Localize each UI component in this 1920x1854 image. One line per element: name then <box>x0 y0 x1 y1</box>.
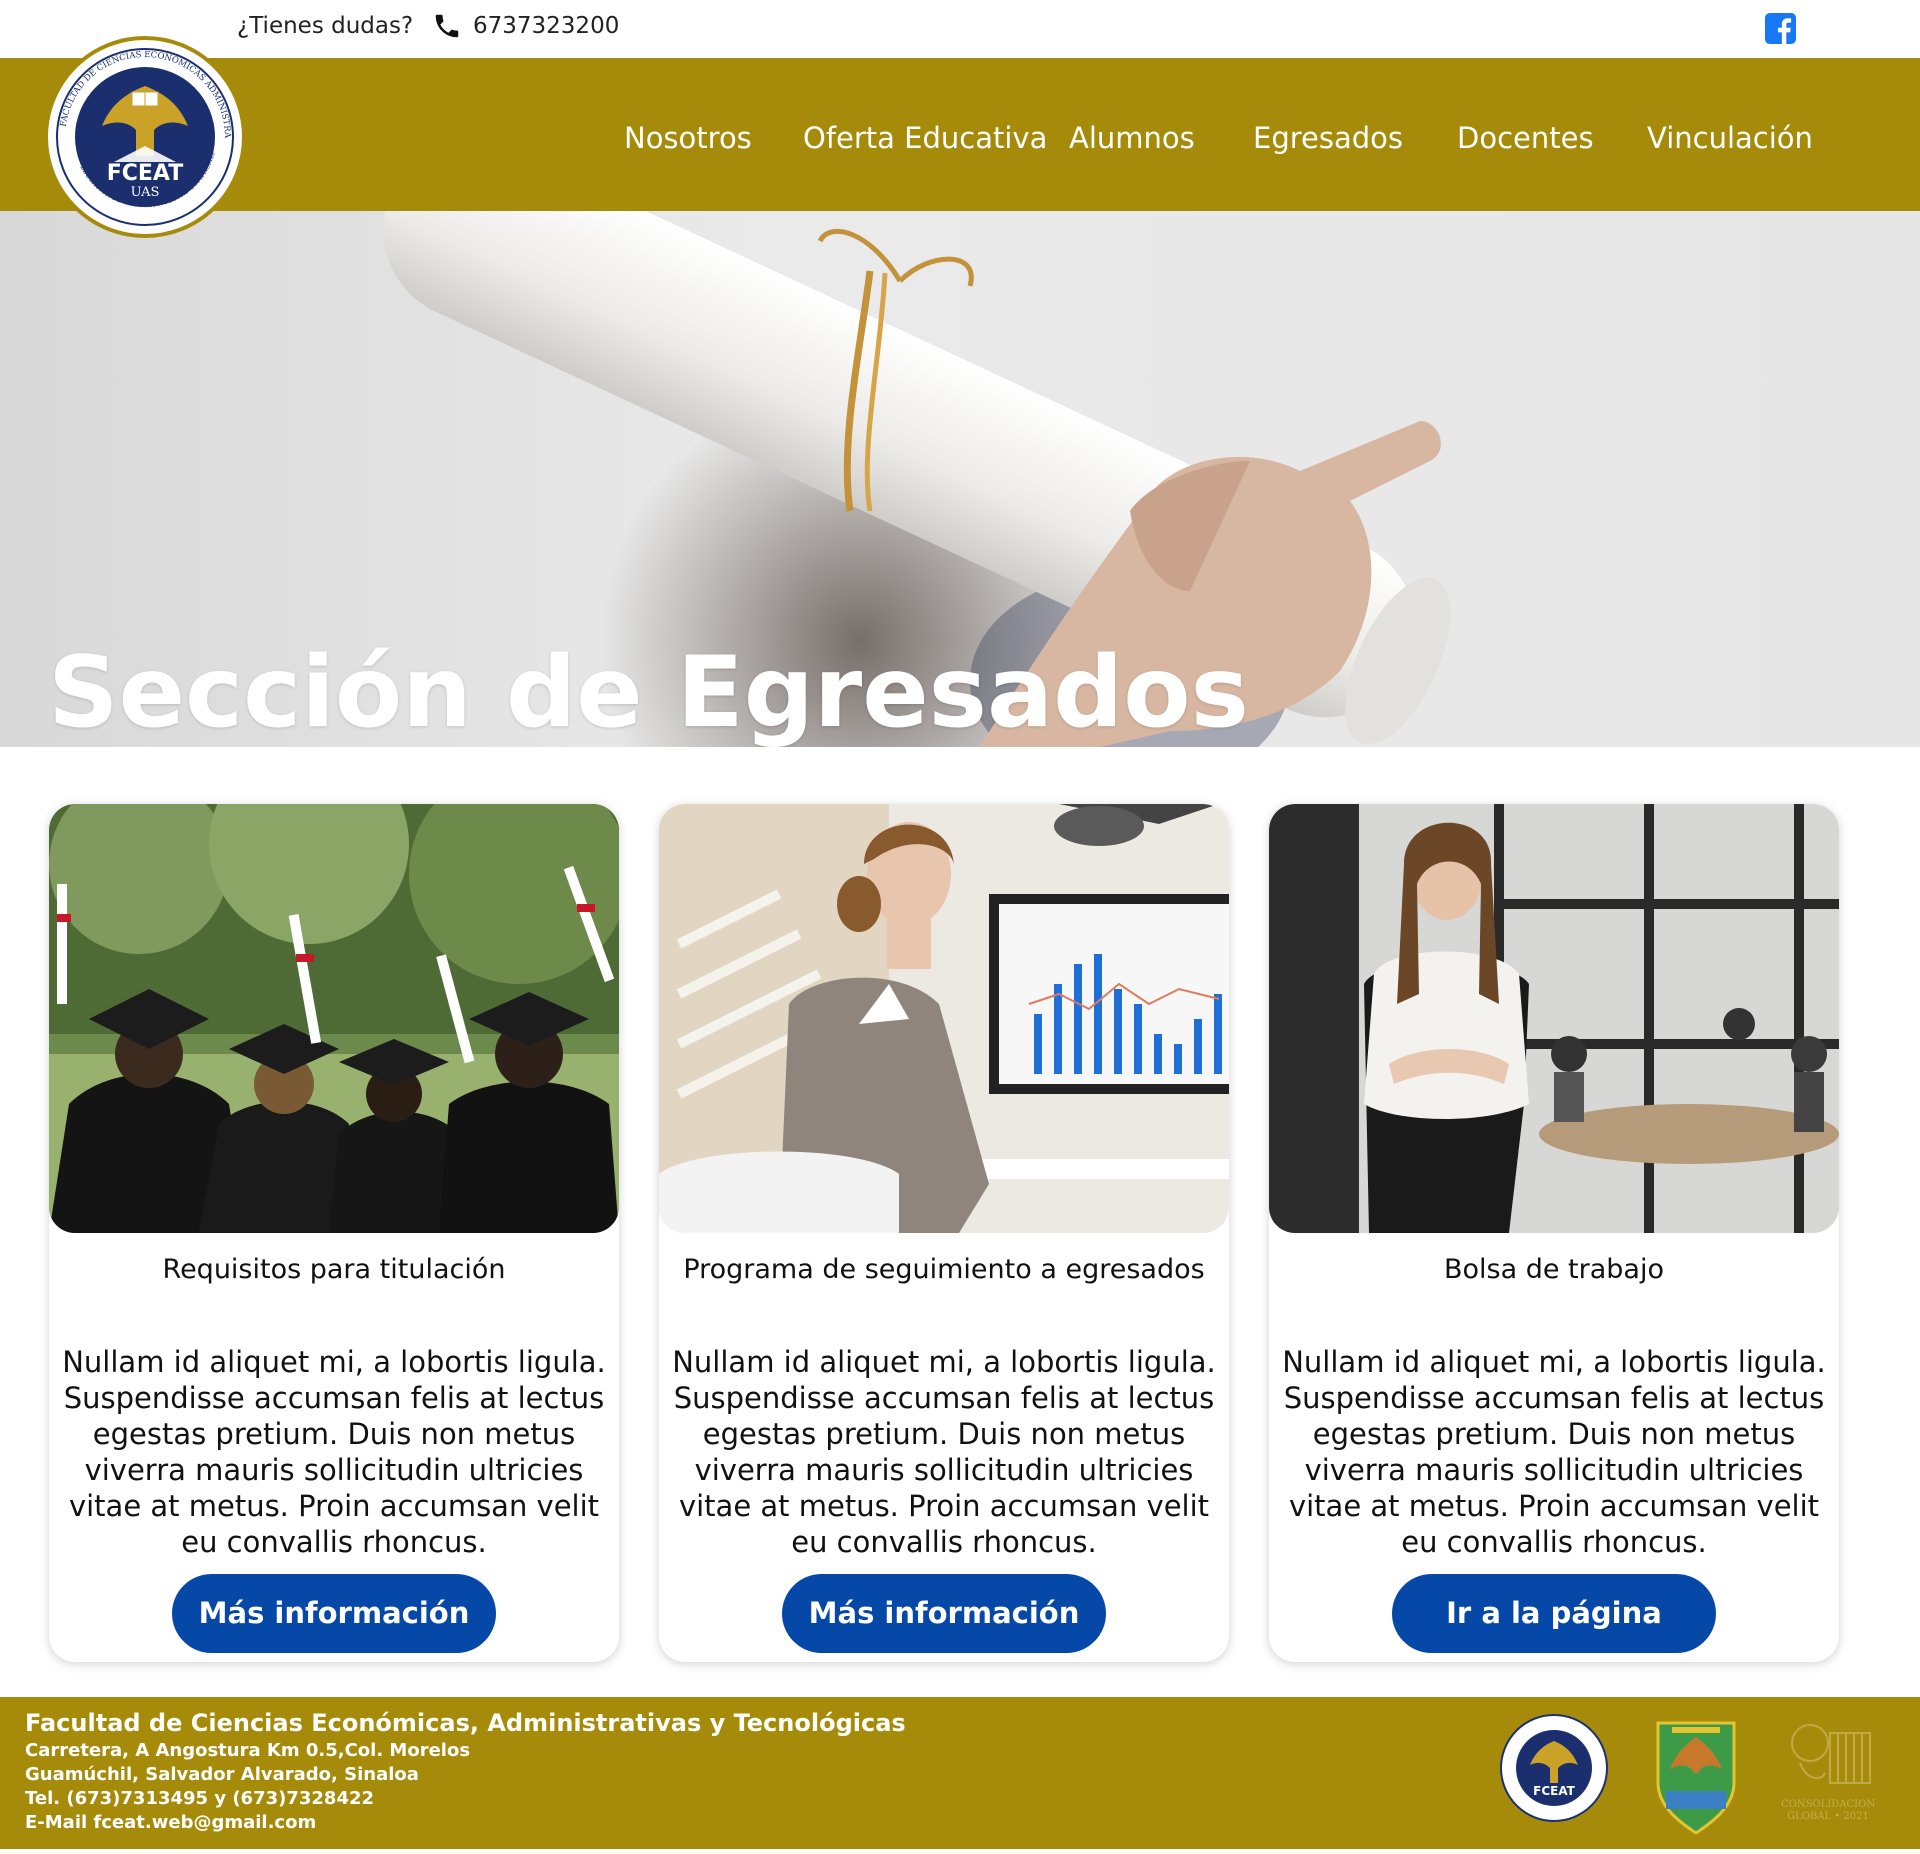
card-image-graduates <box>49 804 619 1233</box>
footer: Facultad de Ciencias Económicas, Adminis… <box>0 1697 1920 1849</box>
card-title: Requisitos para titulación <box>162 1254 506 1285</box>
footer-logo-name: FCEAT <box>1533 1784 1576 1798</box>
footer-address-1: Carretera, A Angostura Km 0.5,Col. Morel… <box>25 1740 471 1761</box>
phone-number[interactable]: 6737323200 <box>473 13 619 39</box>
go-to-page-button[interactable]: Ir a la página <box>1392 1574 1716 1653</box>
top-bar: ¿Tienes dudas? 6737323200 <box>0 0 1920 58</box>
doubts-label: ¿Tienes dudas? <box>237 13 414 39</box>
card-image-analyst <box>659 804 1229 1233</box>
fceat-logo[interactable]: FACULTAD DE CIENCIAS ECONÓMICAS ADMINIST… <box>44 34 246 240</box>
phone-icon <box>435 14 459 38</box>
main-navbar: Nosotros Oferta Educativa Alumnos Egresa… <box>0 58 1920 211</box>
hero-title: Sección de Egresados <box>48 636 1249 747</box>
card-bolsa-de-trabajo: Bolsa de trabajo Nullam id aliquet mi, a… <box>1269 804 1839 1662</box>
card-title: Programa de seguimiento a egresados <box>683 1254 1205 1285</box>
nav-item-alumnos[interactable]: Alumnos <box>1069 121 1195 155</box>
card-description: Nullam id aliquet mi, a lobortis ligula.… <box>672 1345 1216 1559</box>
nav-item-nosotros[interactable]: Nosotros <box>624 121 752 155</box>
logo-sub: UAS <box>131 185 160 200</box>
footer-phones: Tel. (673)7313495 y (673)7328422 <box>25 1788 375 1809</box>
footer-badge-line2: GLOBAL • 2021 <box>1787 1811 1869 1822</box>
footer-fceat-logo: FCEAT <box>1500 1714 1608 1822</box>
footer-badge-line1: CONSOLIDACIÓN <box>1781 1798 1875 1810</box>
footer-uas-shield-icon <box>1656 1721 1736 1835</box>
footer-address-2: Guamúchil, Salvador Alvarado, Sinaloa <box>25 1764 419 1785</box>
footer-email[interactable]: E-Mail fceat.web@gmail.com <box>25 1812 316 1833</box>
card-titulacion: Requisitos para titulación Nullam id ali… <box>49 804 619 1662</box>
card-title: Bolsa de trabajo <box>1443 1254 1664 1285</box>
logo-name: FCEAT <box>107 161 184 186</box>
card-image-businesswoman <box>1269 804 1839 1233</box>
hero-banner: Sección de Egresados <box>0 211 1920 747</box>
nav-item-oferta-educativa[interactable]: Oferta Educativa <box>803 121 1047 155</box>
nav-item-docentes[interactable]: Docentes <box>1457 121 1594 155</box>
card-seguimiento-egresados: Programa de seguimiento a egresados Null… <box>659 804 1229 1662</box>
footer-title: Facultad de Ciencias Económicas, Adminis… <box>25 1709 906 1737</box>
card-description: Nullam id aliquet mi, a lobortis ligula.… <box>62 1345 606 1559</box>
more-info-button[interactable]: Más información <box>172 1574 496 1653</box>
card-description: Nullam id aliquet mi, a lobortis ligula.… <box>1282 1345 1826 1559</box>
nav-item-egresados[interactable]: Egresados <box>1253 121 1403 155</box>
nav-item-vinculacion[interactable]: Vinculación <box>1647 121 1813 155</box>
facebook-icon[interactable] <box>1765 13 1796 44</box>
more-info-button[interactable]: Más información <box>782 1574 1106 1653</box>
footer-consolidacion-logo: CONSOLIDACIÓN GLOBAL • 2021 <box>1781 1724 1875 1822</box>
